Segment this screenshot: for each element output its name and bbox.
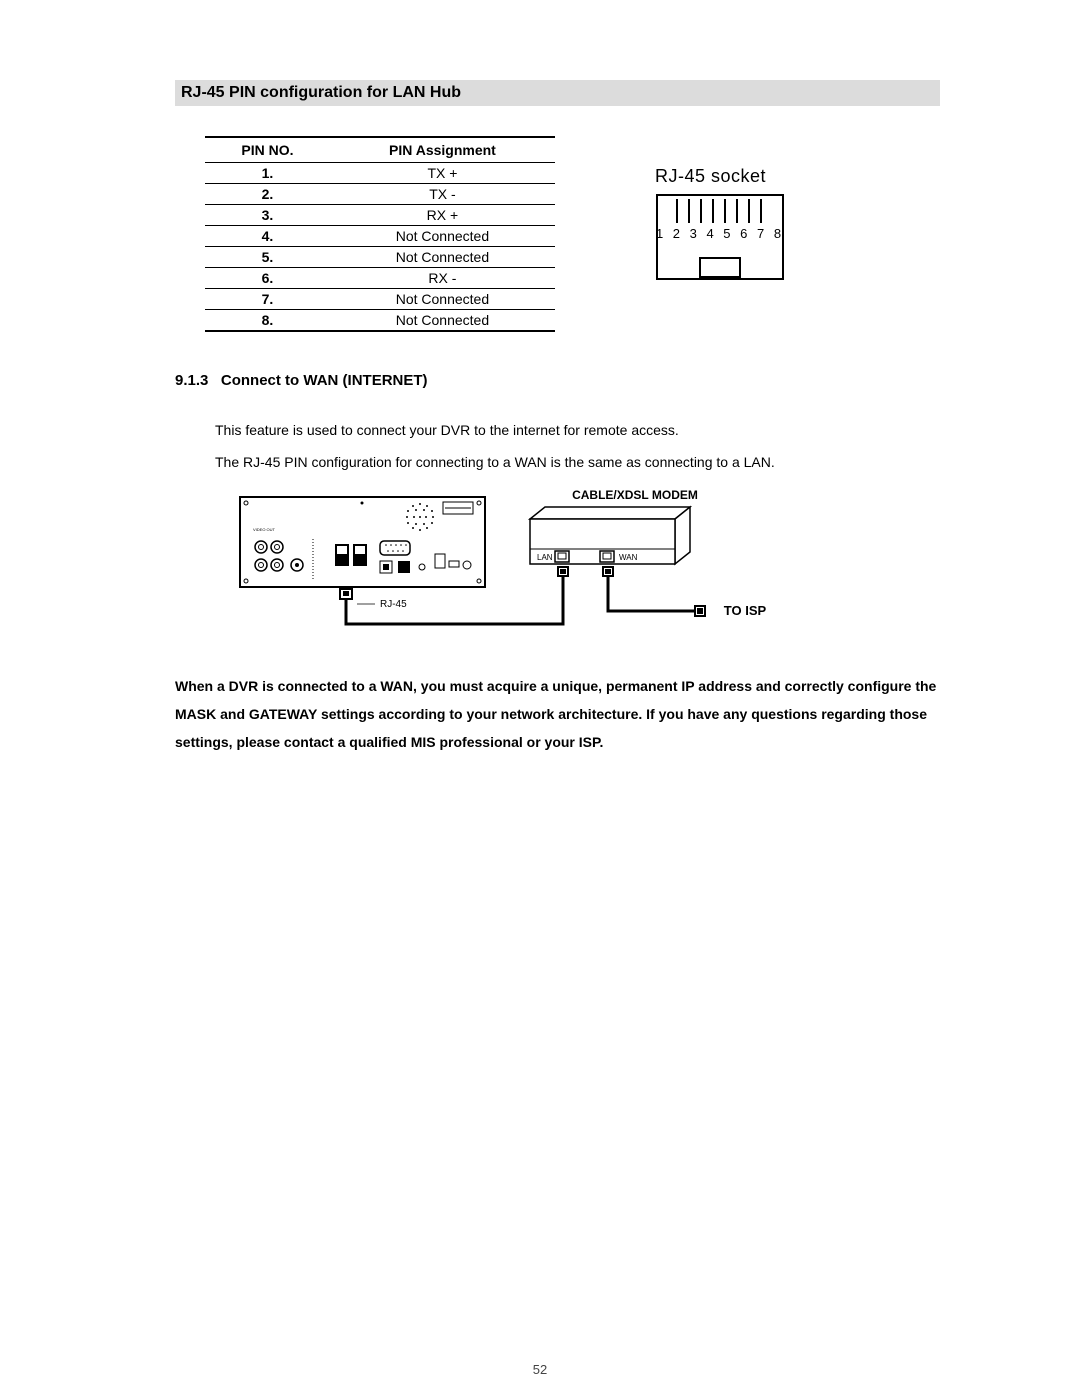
page-number: 52 (0, 1362, 1080, 1377)
col-header-pin-assignment: PIN Assignment (330, 137, 555, 163)
pin-config-table: PIN NO. PIN Assignment 1.TX + 2.TX - 3.R… (205, 136, 555, 332)
modem-label: CABLE/XDSL MODEM (572, 489, 698, 502)
table-row: 5.Not Connected (205, 247, 555, 268)
table-row: 4.Not Connected (205, 226, 555, 247)
table-row: 2.TX - (205, 184, 555, 205)
table-row: 8.Not Connected (205, 310, 555, 332)
wan-label: WAN (619, 553, 638, 562)
warning-paragraph: When a DVR is connected to a WAN, you mu… (175, 672, 940, 756)
paragraph: The RJ-45 PIN configuration for connecti… (215, 451, 940, 473)
rj45-socket-icon: 1 2 3 4 5 6 7 8 (655, 193, 785, 281)
table-row: 3.RX + (205, 205, 555, 226)
table-row: 6.RX - (205, 268, 555, 289)
socket-pin-numbers: 1 2 3 4 5 6 7 8 (656, 226, 784, 241)
rj45-label: RJ-45 (380, 599, 407, 610)
section-title: RJ-45 PIN configuration for LAN Hub (175, 80, 940, 106)
to-isp-label: TO ISP (724, 603, 767, 618)
table-row: 7.Not Connected (205, 289, 555, 310)
socket-label: RJ-45 socket (655, 166, 785, 187)
lan-label: LAN (537, 553, 553, 562)
svg-text:VIDEO OUT: VIDEO OUT (253, 527, 276, 532)
connection-diagram: VIDEO OUT RJ-45 CABLE/XDSL MODEM LAN WAN (235, 489, 795, 644)
paragraph: This feature is used to connect your DVR… (215, 419, 940, 441)
subsection-title: 9.1.3 Connect to WAN (INTERNET) (175, 372, 940, 389)
col-header-pin-no: PIN NO. (205, 137, 330, 163)
table-row: 1.TX + (205, 163, 555, 184)
